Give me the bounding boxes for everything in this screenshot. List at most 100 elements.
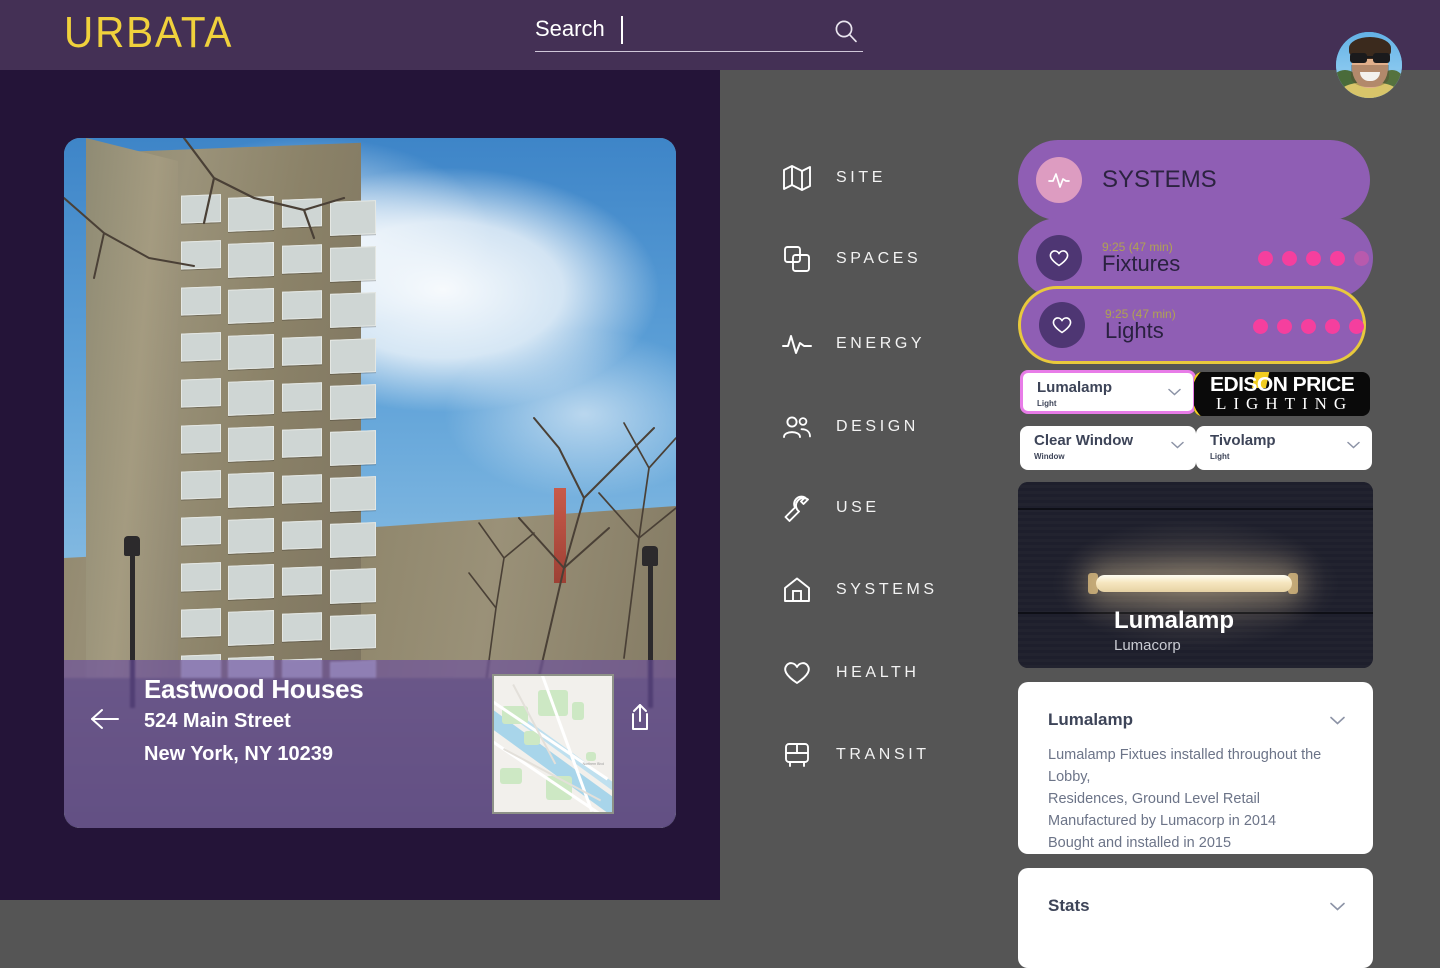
heart-icon <box>1036 235 1082 281</box>
search-bar[interactable] <box>535 12 863 52</box>
status-dot <box>1253 319 1268 334</box>
chevron-down-icon[interactable] <box>1347 441 1360 449</box>
building-name: Eastwood Houses <box>144 674 364 704</box>
lights-label: Lights <box>1105 317 1164 343</box>
map-park <box>572 702 584 720</box>
map-park <box>500 768 522 784</box>
heart-icon <box>780 656 814 690</box>
users-icon <box>780 410 814 444</box>
systems-header-texts: SYSTEMS <box>1102 166 1217 194</box>
detail-line: Bought and installed in 2015 <box>1048 835 1232 851</box>
nav-label-transit: TRANSIT <box>836 746 930 763</box>
main-nav: SITE SPACES ENERGY DESIGN USE SYSTEMS HE… <box>720 70 1010 900</box>
right-panel: SYSTEMS 9:25 (47 min) Fixtures 9:25 (47 … <box>1010 70 1440 968</box>
nav-label-energy: ENERGY <box>836 335 926 352</box>
status-dot <box>1306 251 1321 266</box>
product-image-subtitle: Lumacorp <box>1114 637 1181 654</box>
fixtures-status-dots[interactable] <box>1258 251 1369 266</box>
lights-status-dots[interactable] <box>1253 319 1364 334</box>
light-fixture-tube <box>1096 575 1292 592</box>
heart-icon <box>1039 302 1085 348</box>
product-image-card[interactable]: Lumalamp Lumacorp <box>1018 482 1373 668</box>
activity-icon <box>780 327 814 361</box>
building-info-overlay: Eastwood Houses 524 Main Street New York… <box>64 660 676 828</box>
activity-icon <box>1036 157 1082 203</box>
chevron-down-icon[interactable] <box>1171 441 1184 449</box>
systems-row-lights[interactable]: 9:25 (47 min) Lights <box>1018 286 1366 364</box>
wall-seam <box>1018 508 1373 510</box>
product-image-title: Lumalamp <box>1114 607 1235 634</box>
street-lamp-head-right <box>642 546 658 566</box>
detail-line: Manufactured by Lumacorp in 2014 <box>1048 813 1277 829</box>
nav-label-use: USE <box>836 499 880 516</box>
detail-line: Residences, Ground Level Retail <box>1048 791 1260 807</box>
avatar[interactable] <box>1336 32 1402 98</box>
wrench-icon <box>780 491 814 525</box>
chevron-down-icon[interactable] <box>1330 902 1345 911</box>
map-icon <box>780 161 814 195</box>
status-dot <box>1301 319 1316 334</box>
fixtures-label: Fixtures <box>1102 250 1181 276</box>
nav-item-energy[interactable]: ENERGY <box>780 324 925 364</box>
selector-clear-window-type: Window <box>1034 452 1065 461</box>
product-detail-title: Lumalamp <box>1048 710 1134 729</box>
nav-item-systems[interactable]: SYSTEMS <box>780 570 938 610</box>
brand-logo-edison-price: EDISON PRICE LIGHTING <box>1194 372 1370 416</box>
map-street-label: Northern Blvd <box>582 762 604 766</box>
status-dot <box>1325 319 1340 334</box>
sunglasses-icon <box>1350 53 1390 63</box>
building-address-line2: New York, NY 10239 <box>144 743 334 765</box>
systems-header-card[interactable]: SYSTEMS <box>1018 140 1370 220</box>
status-dot <box>1277 319 1292 334</box>
nav-label-spaces: SPACES <box>836 250 922 267</box>
selector-lumalamp-type: Light <box>1037 399 1057 408</box>
status-dot-inactive <box>1354 251 1369 266</box>
nav-item-health[interactable]: HEALTH <box>780 653 920 693</box>
status-dot <box>1349 319 1364 334</box>
fixtures-texts: 9:25 (47 min) Fixtures <box>1102 240 1180 277</box>
map-park <box>586 752 596 761</box>
home-icon <box>780 573 814 607</box>
systems-header-label: SYSTEMS <box>1102 166 1217 193</box>
selector-tivolamp-type: Light <box>1210 452 1230 461</box>
status-dot <box>1282 251 1297 266</box>
nav-item-design[interactable]: DESIGN <box>780 407 919 447</box>
nav-item-spaces[interactable]: SPACES <box>780 239 921 279</box>
selector-lumalamp-name: Lumalamp <box>1037 379 1113 396</box>
nav-label-site: SITE <box>836 169 886 186</box>
nav-item-use[interactable]: USE <box>780 488 880 528</box>
chevron-down-icon[interactable] <box>1330 716 1345 725</box>
street-lamp-head-left <box>124 536 140 556</box>
search-input[interactable] <box>535 12 825 46</box>
detail-line: Lumalamp Fixtues installed throughout th… <box>1048 747 1322 785</box>
map-thumbnail[interactable]: Northern Blvd <box>492 674 614 814</box>
stats-card[interactable]: Stats <box>1018 868 1373 968</box>
stats-card-title: Stats <box>1048 896 1090 915</box>
selector-tivolamp[interactable]: Tivolamp Light <box>1196 426 1372 470</box>
arrow-left-icon[interactable] <box>90 706 120 732</box>
product-detail-card[interactable]: Lumalamp Lumalamp Fixtues installed thro… <box>1018 682 1373 854</box>
app-logo: URBATA <box>64 8 234 57</box>
status-dot <box>1330 251 1345 266</box>
nav-item-site[interactable]: SITE <box>780 158 886 198</box>
left-panel: Eastwood Houses 524 Main Street New York… <box>0 70 720 900</box>
selector-tivolamp-name: Tivolamp <box>1210 432 1276 449</box>
selector-lumalamp[interactable]: Lumalamp Light <box>1020 370 1196 414</box>
nav-item-transit[interactable]: TRANSIT <box>780 735 930 775</box>
building-address-line1: 524 Main Street <box>144 710 291 732</box>
selector-clear-window-name: Clear Window <box>1034 432 1134 449</box>
nav-label-design: DESIGN <box>836 418 919 435</box>
bus-icon <box>780 738 814 772</box>
app-header: URBATA <box>0 0 1440 98</box>
search-caret <box>621 16 623 44</box>
selector-clear-window[interactable]: Clear Window Window <box>1020 426 1196 470</box>
nav-label-systems: SYSTEMS <box>836 581 938 598</box>
search-icon[interactable] <box>833 18 859 44</box>
chevron-down-icon[interactable] <box>1168 388 1181 396</box>
copy-icon <box>780 242 814 276</box>
product-detail-body: Lumalamp Fixtues installed throughout th… <box>1048 744 1348 854</box>
share-icon[interactable] <box>628 702 652 732</box>
building-photo-card[interactable]: Eastwood Houses 524 Main Street New York… <box>64 138 676 828</box>
bare-trees <box>64 138 676 698</box>
status-dot <box>1258 251 1273 266</box>
